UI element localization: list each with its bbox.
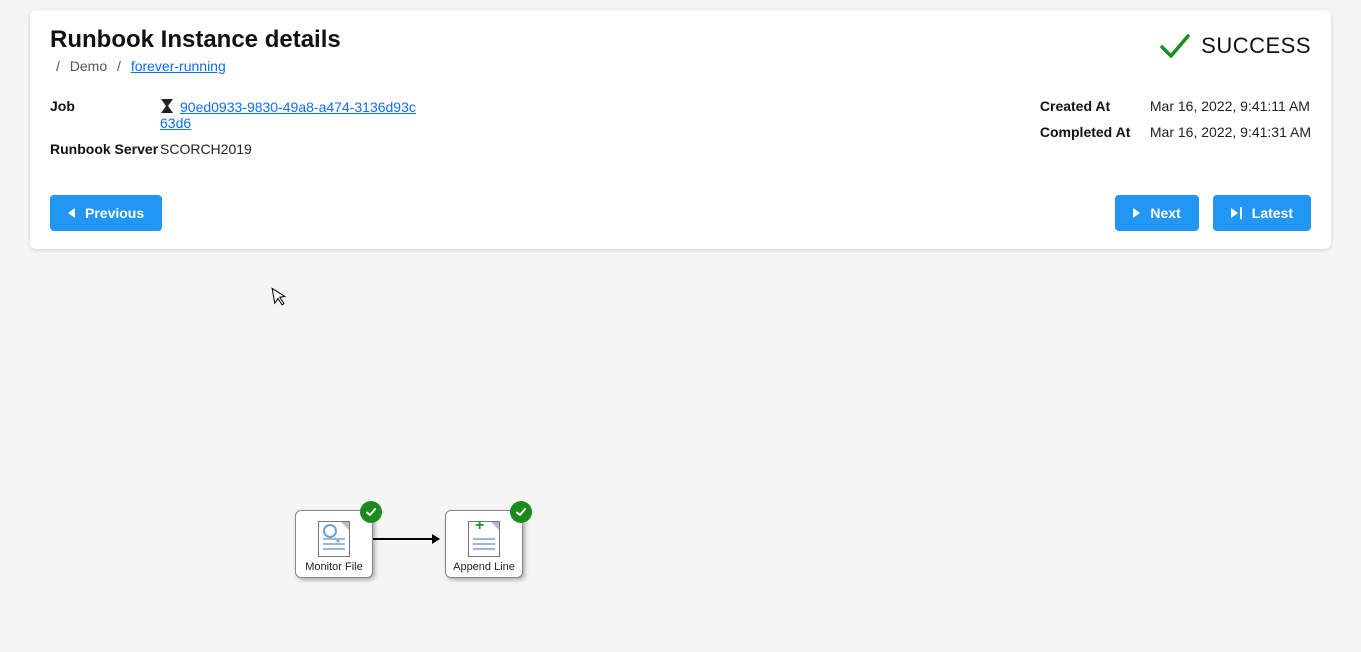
previous-button-label: Previous xyxy=(85,205,144,221)
completed-value: Mar 16, 2022, 9:41:31 AM xyxy=(1150,124,1311,140)
hourglass-icon xyxy=(160,98,174,114)
next-button-label: Next xyxy=(1150,205,1180,221)
chevron-right-icon xyxy=(1133,208,1140,218)
job-label: Job xyxy=(50,98,160,131)
title-block: Runbook Instance details / Demo / foreve… xyxy=(50,26,341,74)
breadcrumb-item-demo: Demo xyxy=(70,58,107,74)
details-row: Job 90ed0933-9830-49a8-a474-3136d93c63d6… xyxy=(50,98,1311,167)
previous-button[interactable]: Previous xyxy=(50,195,162,231)
chevron-left-icon xyxy=(68,208,75,218)
job-row: Job 90ed0933-9830-49a8-a474-3136d93c63d6 xyxy=(50,98,420,131)
job-value: 90ed0933-9830-49a8-a474-3136d93c63d6 xyxy=(160,98,420,131)
job-link[interactable]: 90ed0933-9830-49a8-a474-3136d93c63d6 xyxy=(160,99,416,131)
completed-row: Completed At Mar 16, 2022, 9:41:31 AM xyxy=(1040,124,1311,140)
connector-arrow xyxy=(373,538,439,540)
success-check-icon xyxy=(1159,32,1191,60)
status-badge: SUCCESS xyxy=(1159,26,1311,60)
status-text: SUCCESS xyxy=(1201,33,1311,59)
status-check-icon xyxy=(360,501,382,523)
activity-node-append-line[interactable]: + Append Line xyxy=(445,510,523,578)
completed-label: Completed At xyxy=(1040,124,1150,140)
latest-button-label: Latest xyxy=(1252,205,1293,221)
breadcrumb-item-runbook[interactable]: forever-running xyxy=(131,58,226,74)
created-value: Mar 16, 2022, 9:41:11 AM xyxy=(1150,98,1310,114)
page-title: Runbook Instance details xyxy=(50,26,341,54)
server-value: SCORCH2019 xyxy=(160,141,252,157)
skip-end-icon xyxy=(1231,207,1242,219)
created-row: Created At Mar 16, 2022, 9:41:11 AM xyxy=(1040,98,1311,114)
panel-header: Runbook Instance details / Demo / foreve… xyxy=(50,26,1311,74)
server-row: Runbook Server SCORCH2019 xyxy=(50,141,420,157)
server-label: Runbook Server xyxy=(50,141,160,157)
details-panel: Runbook Instance details / Demo / foreve… xyxy=(30,10,1331,249)
status-check-icon xyxy=(510,501,532,523)
activity-node-monitor-file[interactable]: Monitor File xyxy=(295,510,373,578)
activity-node-label: Append Line xyxy=(453,561,515,573)
details-right: Created At Mar 16, 2022, 9:41:11 AM Comp… xyxy=(1040,98,1311,167)
details-left: Job 90ed0933-9830-49a8-a474-3136d93c63d6… xyxy=(50,98,420,167)
right-button-group: Next Latest xyxy=(1115,195,1311,231)
breadcrumb: / Demo / forever-running xyxy=(50,58,341,74)
document-append-icon: + xyxy=(468,521,500,557)
buttons-row: Previous Next Latest xyxy=(50,195,1311,231)
created-label: Created At xyxy=(1040,98,1150,114)
breadcrumb-sep: / xyxy=(117,58,121,74)
breadcrumb-sep: / xyxy=(56,58,60,74)
document-monitor-icon xyxy=(318,521,350,557)
next-button[interactable]: Next xyxy=(1115,195,1198,231)
mouse-cursor-icon xyxy=(271,285,291,312)
activity-node-label: Monitor File xyxy=(305,561,362,573)
latest-button[interactable]: Latest xyxy=(1213,195,1311,231)
